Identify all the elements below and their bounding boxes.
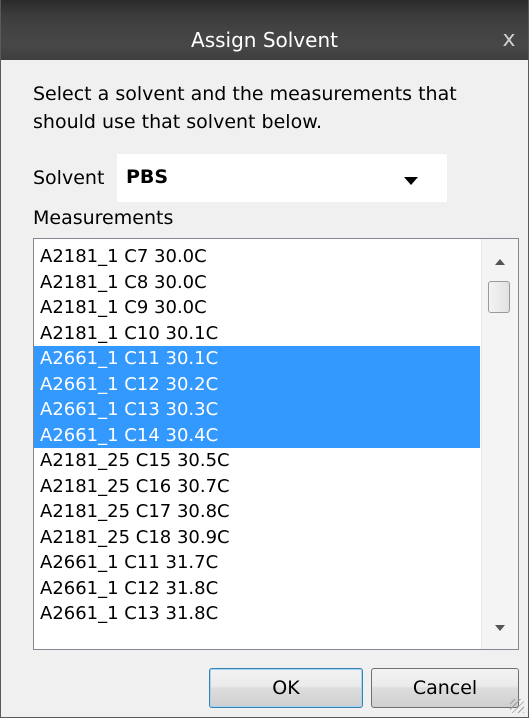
solvent-dropdown[interactable]: PBS [117,154,447,202]
list-item[interactable]: A2661_1 C14 30.4C [34,422,480,448]
list-item[interactable]: A2661_1 C11 30.1C [34,346,480,372]
measurements-list-items: A2181_1 C7 30.0C A2181_1 C8 30.0C A2181_1 … [34,244,480,627]
instructions-text: Select a solvent and the measurements th… [33,83,457,133]
list-item[interactable]: A2661_1 C12 30.2C [34,371,480,397]
measurements-list[interactable]: A2181_1 C7 30.0C A2181_1 C8 30.0C A2181_1 … [33,238,519,650]
close-icon[interactable]: x [496,20,522,60]
scrollbar-thumb[interactable] [488,281,510,313]
list-item[interactable]: A2181_25 C17 30.8C [34,499,480,525]
list-item[interactable]: A2181_25 C15 30.5C [34,448,480,474]
arrow-up-icon [495,259,505,265]
ok-button[interactable]: OK [209,668,363,708]
list-item[interactable]: A2181_25 C18 30.9C [34,525,480,551]
dialog-title: Assign Solvent [191,28,338,52]
assign-solvent-dialog: Assign Solvent x Select a solvent and th… [0,0,529,718]
resize-grip-icon[interactable] [510,699,524,713]
list-scrollbar[interactable] [481,239,518,649]
arrow-down-icon [495,625,505,631]
list-item[interactable]: A2661_1 C13 30.3C [34,397,480,423]
list-item[interactable]: A2181_1 C10 30.1C [34,321,480,347]
solvent-selected-value: PBS [126,166,169,188]
list-item[interactable]: A2181_1 C9 30.0C [34,295,480,321]
list-item[interactable]: A2181_25 C16 30.7C [34,474,480,500]
list-item[interactable]: A2661_1 C12 31.8C [34,576,480,602]
list-item[interactable]: A2661_1 C11 31.7C [34,550,480,576]
list-item[interactable]: A2181_1 C7 30.0C [34,244,480,270]
title-bar[interactable]: Assign Solvent x [1,0,528,60]
measurements-label: Measurements [33,207,174,229]
scroll-up-button[interactable] [482,239,518,275]
solvent-label: Solvent [33,167,105,189]
list-item[interactable]: A2181_1 C8 30.0C [34,270,480,296]
scroll-down-button[interactable] [482,613,518,649]
cancel-button[interactable]: Cancel [371,668,519,708]
list-item[interactable]: A2661_1 C13 31.8C [34,601,480,627]
chevron-down-icon[interactable] [404,177,418,185]
